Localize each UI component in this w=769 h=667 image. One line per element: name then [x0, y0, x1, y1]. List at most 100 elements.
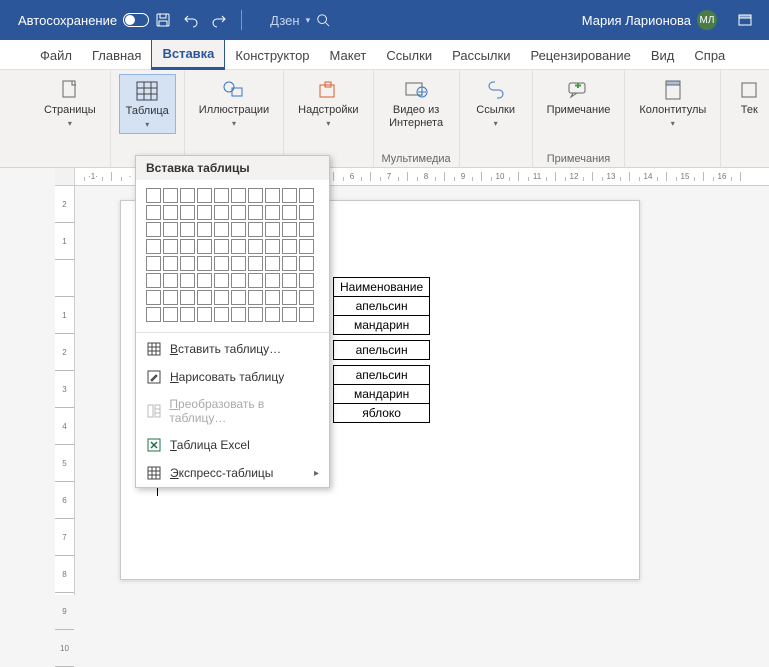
grid-cell[interactable] [248, 273, 263, 288]
grid-cell[interactable] [197, 256, 212, 271]
grid-cell[interactable] [146, 188, 161, 203]
grid-cell[interactable] [163, 239, 178, 254]
excel-table-item[interactable]: Таблица Excel [136, 431, 329, 459]
document-table[interactable]: Наименование апельсин мандарин апельсин … [333, 277, 430, 423]
comment-button[interactable]: Примечание [541, 74, 617, 121]
grid-cell[interactable] [299, 188, 314, 203]
grid-cell[interactable] [180, 222, 195, 237]
table-size-grid[interactable] [136, 180, 329, 330]
grid-cell[interactable] [163, 205, 178, 220]
tab-insert[interactable]: Вставка [151, 39, 225, 70]
search-dropdown[interactable]: Дзен ▾ [270, 13, 390, 28]
grid-cell[interactable] [180, 290, 195, 305]
grid-cell[interactable] [180, 205, 195, 220]
quick-tables-item[interactable]: Экспресс-таблицы ▸ [136, 459, 329, 487]
grid-cell[interactable] [265, 290, 280, 305]
grid-cell[interactable] [299, 273, 314, 288]
grid-cell[interactable] [231, 273, 246, 288]
grid-cell[interactable] [282, 256, 297, 271]
grid-cell[interactable] [214, 256, 229, 271]
tab-help[interactable]: Спра [684, 42, 735, 69]
pages-button[interactable]: Страницы ▾ [38, 74, 102, 132]
grid-cell[interactable] [231, 205, 246, 220]
grid-cell[interactable] [282, 273, 297, 288]
grid-cell[interactable] [197, 222, 212, 237]
grid-cell[interactable] [180, 188, 195, 203]
tab-home[interactable]: Главная [82, 42, 151, 69]
grid-cell[interactable] [299, 290, 314, 305]
autosave-toggle[interactable]: Автосохранение [18, 13, 149, 28]
grid-cell[interactable] [265, 222, 280, 237]
text-button[interactable]: Тек [729, 74, 769, 121]
grid-cell[interactable] [282, 188, 297, 203]
grid-cell[interactable] [146, 222, 161, 237]
grid-cell[interactable] [248, 290, 263, 305]
links-button[interactable]: Ссылки ▾ [468, 74, 524, 132]
online-video-button[interactable]: Видео из Интернета [382, 74, 450, 133]
grid-cell[interactable] [146, 290, 161, 305]
grid-cell[interactable] [163, 256, 178, 271]
toggle-switch[interactable] [123, 13, 149, 27]
grid-cell[interactable] [146, 273, 161, 288]
grid-cell[interactable] [282, 307, 297, 322]
grid-cell[interactable] [163, 273, 178, 288]
draw-table-item[interactable]: Нарисовать таблицу [136, 363, 329, 391]
grid-cell[interactable] [231, 239, 246, 254]
grid-cell[interactable] [265, 256, 280, 271]
headerfooter-button[interactable]: Колонтитулы ▾ [633, 74, 712, 132]
grid-cell[interactable] [265, 188, 280, 203]
redo-icon[interactable] [205, 6, 233, 34]
grid-cell[interactable] [248, 205, 263, 220]
grid-cell[interactable] [282, 239, 297, 254]
grid-cell[interactable] [282, 222, 297, 237]
grid-cell[interactable] [163, 290, 178, 305]
grid-cell[interactable] [163, 307, 178, 322]
ribbon-display-icon[interactable] [731, 6, 759, 34]
grid-cell[interactable] [214, 273, 229, 288]
grid-cell[interactable] [180, 307, 195, 322]
grid-cell[interactable] [265, 307, 280, 322]
addins-button[interactable]: Надстройки ▾ [292, 74, 364, 132]
grid-cell[interactable] [180, 273, 195, 288]
grid-cell[interactable] [265, 273, 280, 288]
grid-cell[interactable] [146, 307, 161, 322]
grid-cell[interactable] [299, 222, 314, 237]
undo-icon[interactable] [177, 6, 205, 34]
grid-cell[interactable] [299, 205, 314, 220]
grid-cell[interactable] [197, 239, 212, 254]
grid-cell[interactable] [180, 239, 195, 254]
tab-layout[interactable]: Макет [320, 42, 377, 69]
save-icon[interactable] [149, 6, 177, 34]
grid-cell[interactable] [231, 222, 246, 237]
grid-cell[interactable] [197, 205, 212, 220]
grid-cell[interactable] [197, 290, 212, 305]
tab-references[interactable]: Ссылки [376, 42, 442, 69]
grid-cell[interactable] [231, 290, 246, 305]
grid-cell[interactable] [299, 307, 314, 322]
grid-cell[interactable] [214, 239, 229, 254]
tab-file[interactable]: Файл [30, 42, 82, 69]
grid-cell[interactable] [214, 290, 229, 305]
tab-view[interactable]: Вид [641, 42, 685, 69]
tab-review[interactable]: Рецензирование [520, 42, 640, 69]
grid-cell[interactable] [248, 222, 263, 237]
illustrations-button[interactable]: Иллюстрации ▾ [193, 74, 275, 132]
grid-cell[interactable] [146, 205, 161, 220]
grid-cell[interactable] [163, 222, 178, 237]
grid-cell[interactable] [248, 307, 263, 322]
vertical-ruler[interactable]: 2112345678910 [55, 186, 75, 595]
grid-cell[interactable] [214, 307, 229, 322]
grid-cell[interactable] [146, 239, 161, 254]
table-button[interactable]: Таблица ▾ [119, 74, 176, 134]
grid-cell[interactable] [197, 307, 212, 322]
grid-cell[interactable] [231, 307, 246, 322]
grid-cell[interactable] [180, 256, 195, 271]
grid-cell[interactable] [265, 205, 280, 220]
grid-cell[interactable] [231, 188, 246, 203]
grid-cell[interactable] [248, 239, 263, 254]
grid-cell[interactable] [214, 205, 229, 220]
tab-mailings[interactable]: Рассылки [442, 42, 520, 69]
grid-cell[interactable] [299, 256, 314, 271]
grid-cell[interactable] [248, 256, 263, 271]
grid-cell[interactable] [163, 188, 178, 203]
